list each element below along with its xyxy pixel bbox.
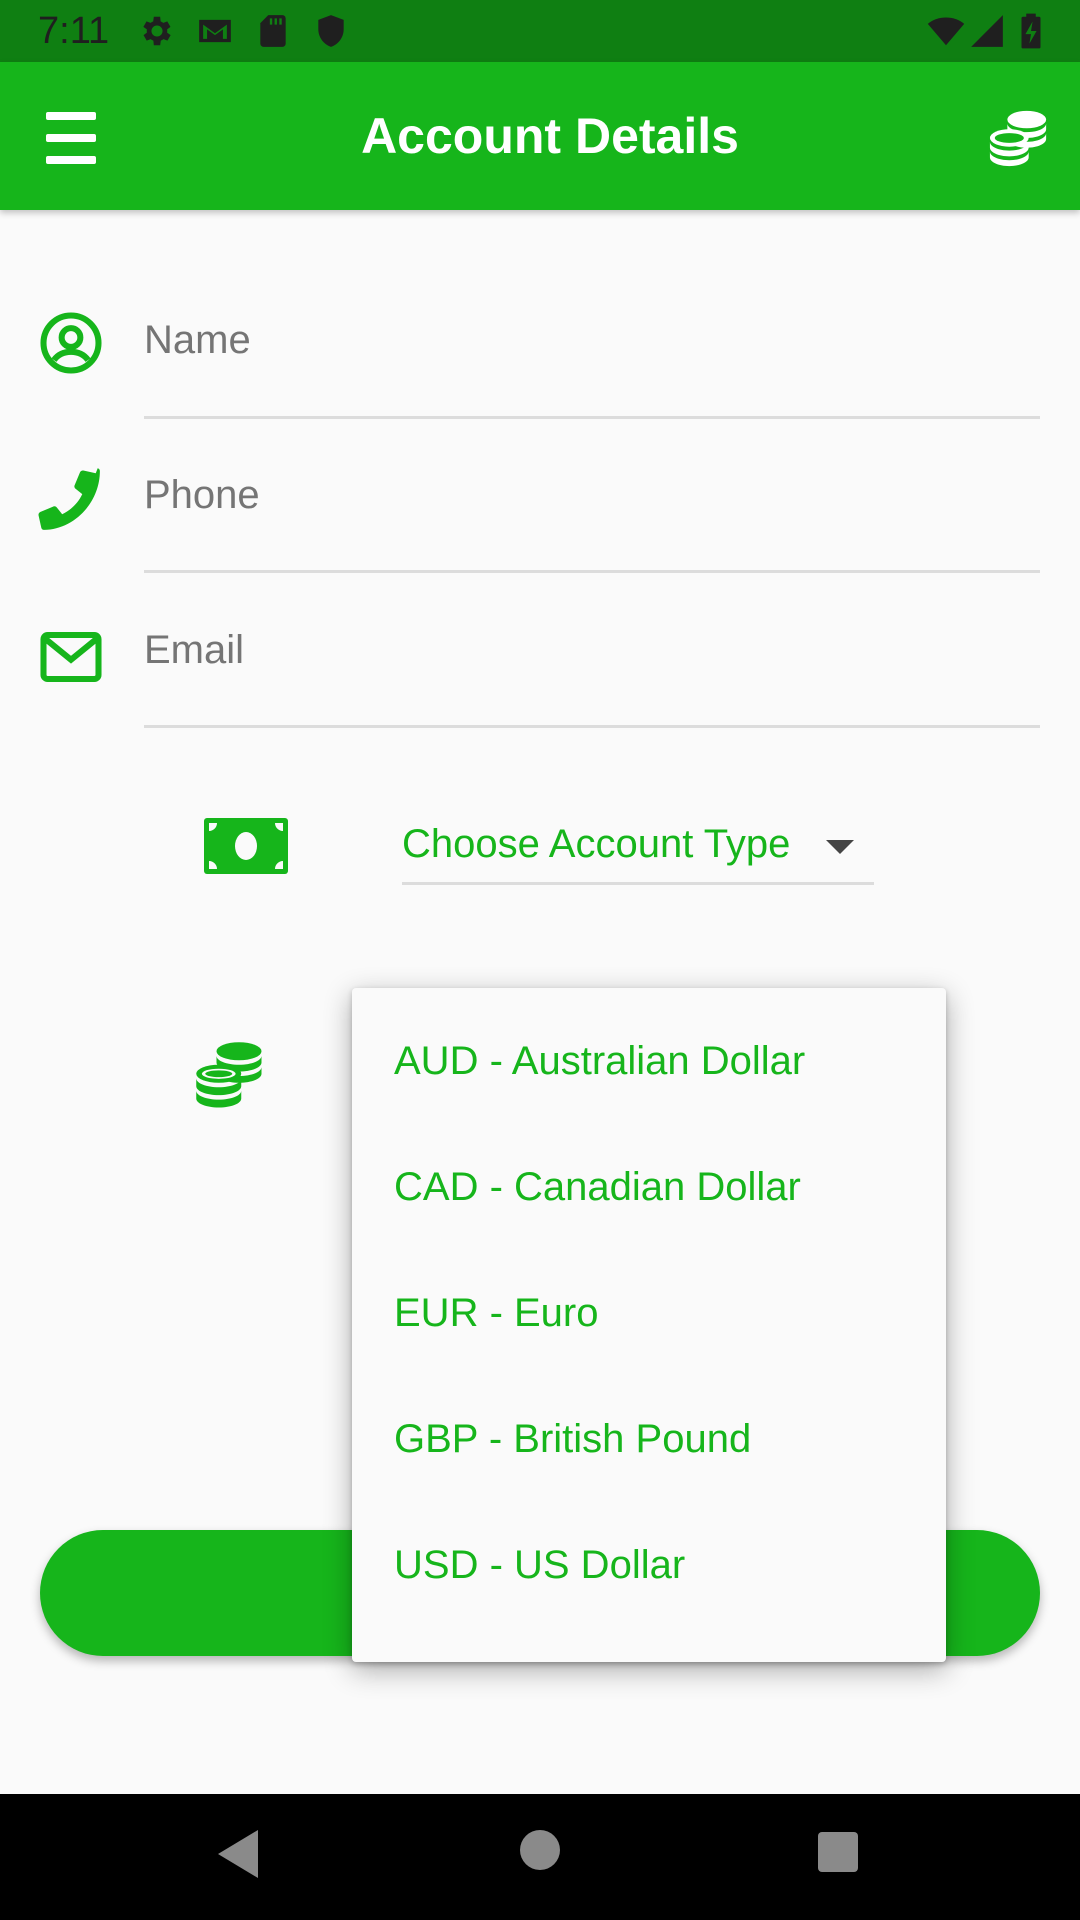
account-type-underline (402, 882, 874, 885)
email-underline (144, 725, 1040, 728)
phone-field-row (0, 425, 1080, 575)
coins-icon (196, 1042, 262, 1108)
home-icon[interactable] (520, 1830, 560, 1870)
settings-icon (143, 16, 171, 46)
battery-charging-icon (1021, 13, 1041, 49)
currency-option-gbp[interactable]: GBP - British Pound (352, 1376, 946, 1502)
account-type-dropdown[interactable]: Choose Account Type (402, 806, 874, 886)
cell-signal-icon (971, 15, 1003, 47)
currency-option-aud[interactable]: AUD - Australian Dollar (352, 998, 946, 1124)
currency-option-cad[interactable]: CAD - Canadian Dollar (352, 1124, 946, 1250)
name-underline (144, 416, 1040, 419)
back-icon[interactable] (218, 1830, 258, 1878)
envelope-icon (40, 631, 102, 683)
currency-dropdown-menu: AUD - Australian Dollar CAD - Canadian D… (352, 988, 946, 1662)
shield-icon (318, 15, 344, 47)
name-input[interactable] (144, 300, 1040, 380)
phone-underline (144, 570, 1040, 573)
chevron-down-icon (826, 840, 854, 854)
system-nav-bar (0, 1794, 1080, 1920)
gmail-icon (199, 19, 231, 43)
wifi-icon (927, 17, 965, 46)
currency-option-usd[interactable]: USD - US Dollar (352, 1502, 946, 1628)
coins-icon[interactable] (988, 106, 1050, 168)
phone-input[interactable] (144, 455, 1040, 535)
account-type-label: Choose Account Type (402, 822, 791, 866)
sd-card-icon (260, 15, 286, 47)
phone-icon (38, 468, 100, 530)
recents-icon[interactable] (818, 1832, 858, 1872)
app-bar: Account Details (0, 62, 1080, 210)
page-title: Account Details (361, 108, 739, 164)
name-field-row (0, 270, 1080, 420)
account-circle-icon (40, 312, 102, 374)
email-field-row (0, 580, 1080, 730)
status-time: 7:11 (38, 10, 110, 52)
email-input[interactable] (144, 610, 1040, 690)
cash-icon (204, 818, 288, 874)
status-bar: 7:11 (0, 0, 1080, 62)
currency-option-eur[interactable]: EUR - Euro (352, 1250, 946, 1376)
